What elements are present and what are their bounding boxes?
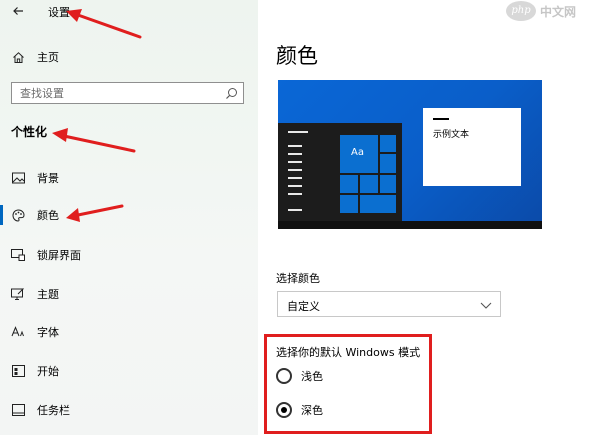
preview-start-menu: Aa: [278, 123, 402, 221]
chevron-down-icon: [480, 302, 492, 309]
theme-icon: [11, 287, 25, 301]
sidebar-item-label: 字体: [37, 326, 59, 339]
watermark-text: 中文网: [540, 4, 577, 19]
sidebar-item-label: 开始: [37, 365, 59, 378]
palette-icon: [11, 208, 25, 222]
preview-taskbar: [278, 221, 542, 229]
settings-window: 设置 主页 个性化 背景 颜色: [0, 0, 594, 435]
lock-screen-icon: [11, 248, 25, 262]
start-icon: [11, 364, 25, 378]
page-title: 颜色: [276, 44, 318, 68]
sidebar-item-label: 锁屏界面: [37, 249, 81, 262]
font-icon: [11, 325, 25, 339]
home-label: 主页: [37, 51, 59, 64]
watermark-logo: php: [506, 1, 536, 21]
preview-window: 示例文本: [423, 108, 521, 186]
window-title: 设置: [48, 6, 70, 19]
sidebar-item-label: 背景: [37, 172, 59, 185]
sidebar: 设置 主页 个性化 背景 颜色: [0, 0, 258, 435]
back-button[interactable]: [8, 1, 28, 21]
sidebar-item-home[interactable]: 主页: [0, 46, 258, 68]
watermark: php 中文网: [506, 0, 592, 22]
taskbar-icon: [11, 403, 25, 417]
search-input[interactable]: [20, 86, 220, 101]
section-heading: 个性化: [11, 125, 48, 139]
sidebar-item-start[interactable]: 开始: [0, 360, 258, 382]
sidebar-item-label: 主题: [37, 288, 59, 301]
highlight-box: [264, 334, 432, 434]
dropdown-value: 自定义: [287, 300, 320, 313]
sidebar-item-colors[interactable]: 颜色: [0, 204, 258, 226]
sidebar-item-label: 任务栏: [37, 404, 70, 417]
choose-color-dropdown[interactable]: 自定义: [277, 291, 501, 317]
preview-sample-text: 示例文本: [433, 130, 470, 140]
preview-tile-text: Aa: [351, 147, 364, 158]
sidebar-item-lock-screen[interactable]: 锁屏界面: [0, 244, 258, 266]
back-arrow-icon: [13, 7, 23, 15]
search-icon: [226, 88, 237, 99]
search-box[interactable]: [11, 82, 244, 104]
color-preview: Aa 示例文本: [278, 80, 542, 229]
choose-color-label: 选择颜色: [276, 272, 320, 285]
sidebar-item-taskbar[interactable]: 任务栏: [0, 399, 258, 421]
sidebar-item-themes[interactable]: 主题: [0, 283, 258, 305]
sidebar-item-background[interactable]: 背景: [0, 167, 258, 189]
sidebar-item-fonts[interactable]: 字体: [0, 321, 258, 343]
picture-icon: [11, 171, 25, 185]
home-icon: [11, 50, 25, 64]
sidebar-item-label: 颜色: [37, 209, 59, 222]
